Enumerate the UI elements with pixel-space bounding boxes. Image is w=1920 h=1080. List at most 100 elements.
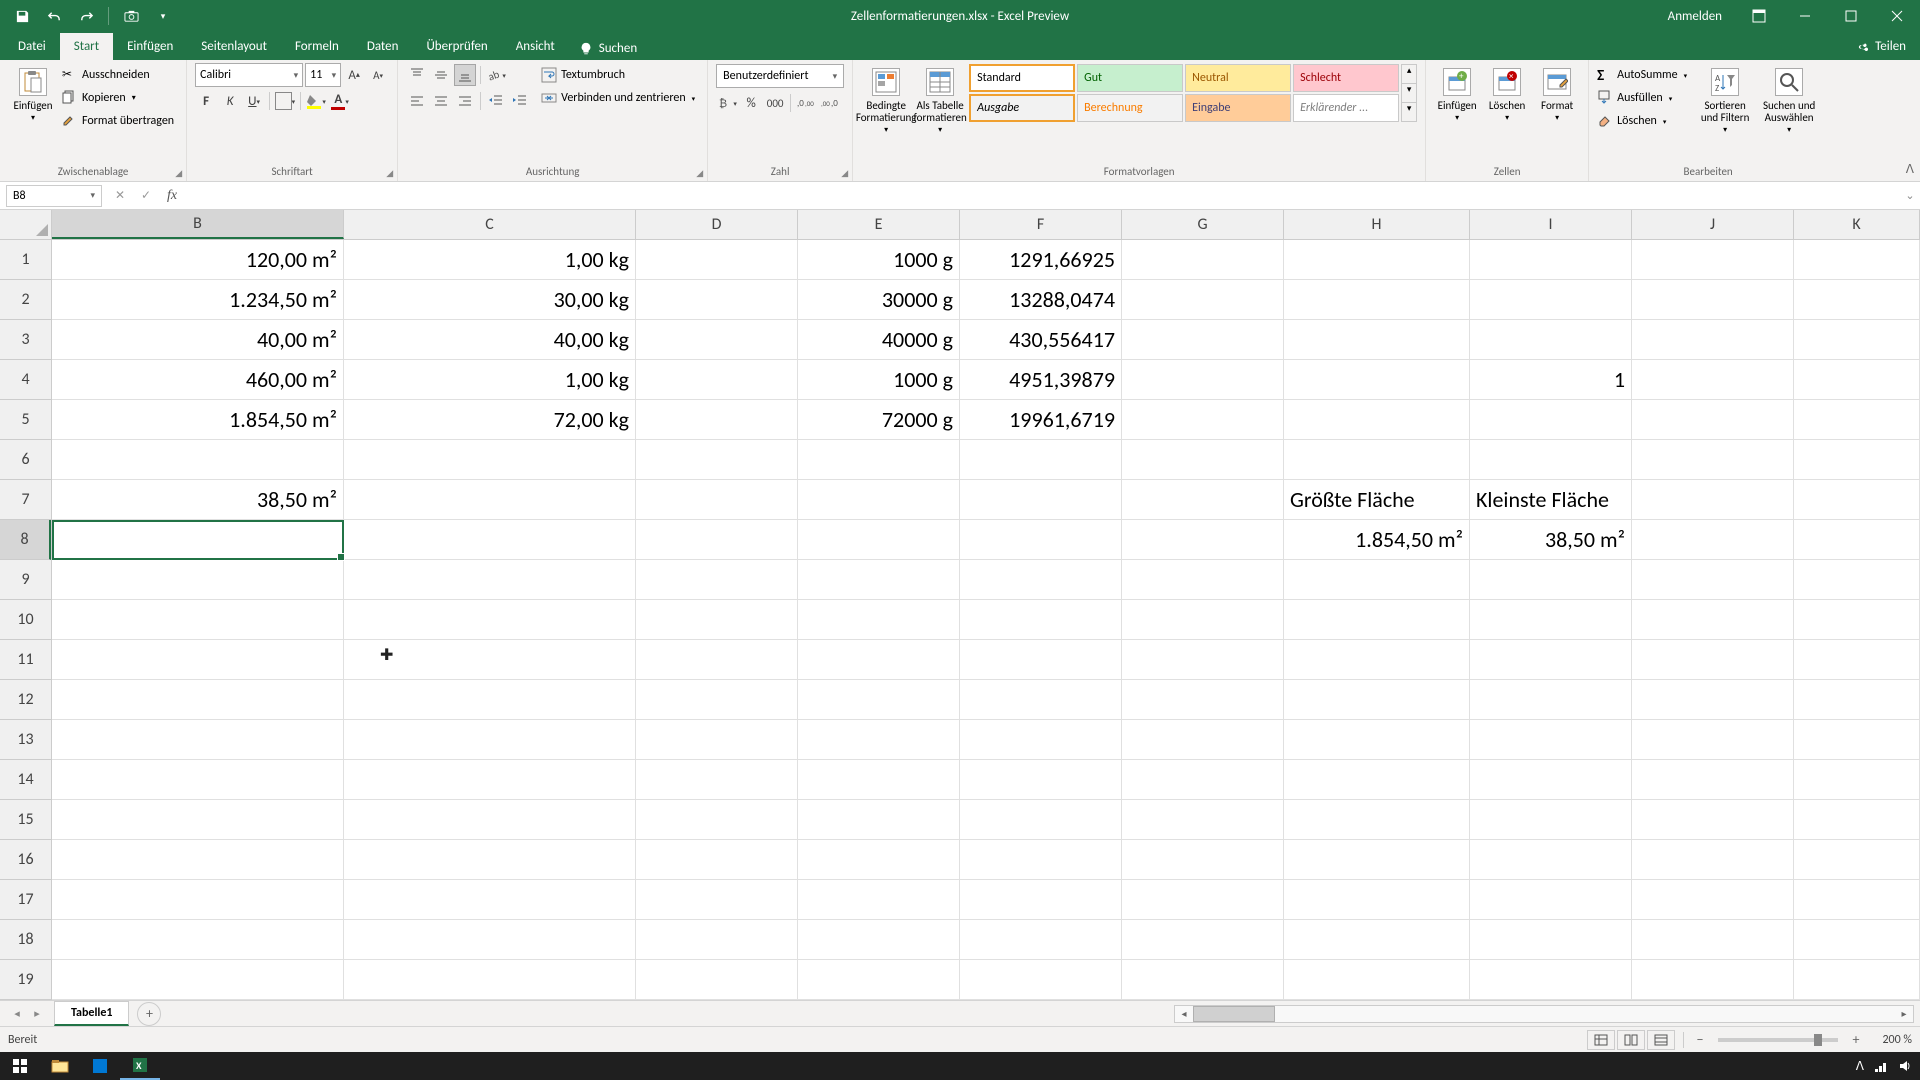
cell-D15[interactable] — [636, 800, 798, 840]
row-header-17[interactable]: 17 — [0, 880, 51, 920]
cell-D8[interactable] — [636, 520, 798, 560]
cell-E7[interactable] — [798, 480, 960, 520]
paste-button[interactable]: Einfügen▾ — [8, 64, 58, 127]
cell-K14[interactable] — [1794, 760, 1920, 800]
accounting-format-icon[interactable]: ₿▾ — [716, 92, 738, 114]
decrease-font-icon[interactable]: A▾ — [367, 64, 389, 86]
cell-E11[interactable] — [798, 640, 960, 680]
expand-formula-bar-icon[interactable]: ⌄ — [1900, 189, 1920, 202]
qat-customize-icon[interactable]: ▾ — [149, 2, 177, 30]
enter-formula-icon[interactable]: ✓ — [134, 185, 158, 207]
cancel-formula-icon[interactable]: ✕ — [108, 185, 132, 207]
decrease-indent-icon[interactable] — [485, 90, 507, 112]
cell-B9[interactable] — [52, 560, 344, 600]
orientation-icon[interactable]: ab▾ — [485, 64, 507, 86]
cell-B6[interactable] — [52, 440, 344, 480]
col-header-J[interactable]: J — [1632, 210, 1794, 239]
view-normal-icon[interactable] — [1587, 1030, 1615, 1050]
font-size-combo[interactable]: 11▾ — [305, 63, 341, 87]
cell-I14[interactable] — [1470, 760, 1632, 800]
sheet-nav[interactable]: ◂▸ — [0, 1007, 54, 1020]
collapse-ribbon-icon[interactable]: ᐱ — [1906, 162, 1914, 177]
cell-B14[interactable] — [52, 760, 344, 800]
cell-G4[interactable] — [1122, 360, 1284, 400]
cell-I12[interactable] — [1470, 680, 1632, 720]
tab-einfuegen[interactable]: Einfügen — [113, 33, 187, 60]
undo-icon[interactable] — [40, 2, 68, 30]
cell-I11[interactable] — [1470, 640, 1632, 680]
taskbar-excel-icon[interactable]: X — [120, 1052, 160, 1080]
cell-F12[interactable] — [960, 680, 1122, 720]
style-berechnung[interactable]: Berechnung — [1077, 94, 1183, 122]
cell-F13[interactable] — [960, 720, 1122, 760]
cell-D2[interactable] — [636, 280, 798, 320]
cell-F10[interactable] — [960, 600, 1122, 640]
cell-B19[interactable] — [52, 960, 344, 1000]
style-neutral[interactable]: Neutral — [1185, 64, 1291, 92]
cell-C3[interactable]: 40,00 kg — [344, 320, 636, 360]
row-header-1[interactable]: 1 — [0, 240, 51, 280]
cell-B4[interactable]: 460,00 m² — [52, 360, 344, 400]
cell-K17[interactable] — [1794, 880, 1920, 920]
cell-C2[interactable]: 30,00 kg — [344, 280, 636, 320]
maximize-icon[interactable] — [1828, 0, 1874, 32]
cell-J2[interactable] — [1632, 280, 1794, 320]
cell-D1[interactable] — [636, 240, 798, 280]
cells-area[interactable]: 120,00 m²1,00 kg1000 g1291,669251.234,50… — [52, 240, 1920, 1000]
cell-H7[interactable]: Größte Fläche — [1284, 480, 1470, 520]
cell-G14[interactable] — [1122, 760, 1284, 800]
cell-C17[interactable] — [344, 880, 636, 920]
start-button[interactable] — [0, 1052, 40, 1080]
tray-network-icon[interactable] — [1874, 1059, 1888, 1073]
merge-center-button[interactable]: Verbinden und zentrieren▾ — [541, 87, 699, 109]
style-ausgabe[interactable]: Ausgabe — [969, 94, 1075, 122]
borders-icon[interactable]: ▾ — [274, 90, 296, 112]
col-header-F[interactable]: F — [960, 210, 1122, 239]
cell-D12[interactable] — [636, 680, 798, 720]
row-header-10[interactable]: 10 — [0, 600, 51, 640]
comma-icon[interactable]: 000 — [764, 92, 786, 114]
cell-C8[interactable] — [344, 520, 636, 560]
cell-H12[interactable] — [1284, 680, 1470, 720]
style-standard[interactable]: Standard — [969, 64, 1075, 92]
dialog-launcher-icon[interactable]: ◢ — [386, 168, 393, 179]
delete-cells-button[interactable]: × Löschen▾ — [1484, 64, 1530, 127]
col-header-H[interactable]: H — [1284, 210, 1470, 239]
new-sheet-button[interactable]: + — [137, 1002, 161, 1026]
cell-F2[interactable]: 13288,0474 — [960, 280, 1122, 320]
dialog-launcher-icon[interactable]: ◢ — [841, 168, 848, 179]
copy-button[interactable]: Kopieren▾ — [62, 87, 178, 109]
cell-K9[interactable] — [1794, 560, 1920, 600]
cell-D9[interactable] — [636, 560, 798, 600]
cell-J5[interactable] — [1632, 400, 1794, 440]
cell-G1[interactable] — [1122, 240, 1284, 280]
cell-K16[interactable] — [1794, 840, 1920, 880]
format-cells-button[interactable]: Format▾ — [1534, 64, 1580, 127]
taskbar-app-icon[interactable] — [80, 1052, 120, 1080]
align-middle-icon[interactable] — [430, 64, 452, 86]
cell-H5[interactable] — [1284, 400, 1470, 440]
share-button[interactable]: Teilen — [1841, 33, 1920, 60]
row-header-7[interactable]: 7 — [0, 480, 51, 520]
cell-J14[interactable] — [1632, 760, 1794, 800]
cell-F9[interactable] — [960, 560, 1122, 600]
cell-I13[interactable] — [1470, 720, 1632, 760]
tab-ueberpruefen[interactable]: Überprüfen — [412, 33, 501, 60]
cell-C16[interactable] — [344, 840, 636, 880]
cell-I9[interactable] — [1470, 560, 1632, 600]
align-left-icon[interactable] — [406, 90, 428, 112]
cell-F16[interactable] — [960, 840, 1122, 880]
horizontal-scrollbar[interactable]: ◂ ▸ — [1174, 1005, 1914, 1023]
cell-G13[interactable] — [1122, 720, 1284, 760]
cell-B17[interactable] — [52, 880, 344, 920]
cell-G3[interactable] — [1122, 320, 1284, 360]
cell-F3[interactable]: 430,556417 — [960, 320, 1122, 360]
signin-button[interactable]: Anmelden — [1654, 0, 1736, 32]
cell-E4[interactable]: 1000 g — [798, 360, 960, 400]
cell-K15[interactable] — [1794, 800, 1920, 840]
cell-G19[interactable] — [1122, 960, 1284, 1000]
cell-H15[interactable] — [1284, 800, 1470, 840]
name-box[interactable]: B8▾ — [6, 185, 102, 207]
col-header-I[interactable]: I — [1470, 210, 1632, 239]
cell-I3[interactable] — [1470, 320, 1632, 360]
